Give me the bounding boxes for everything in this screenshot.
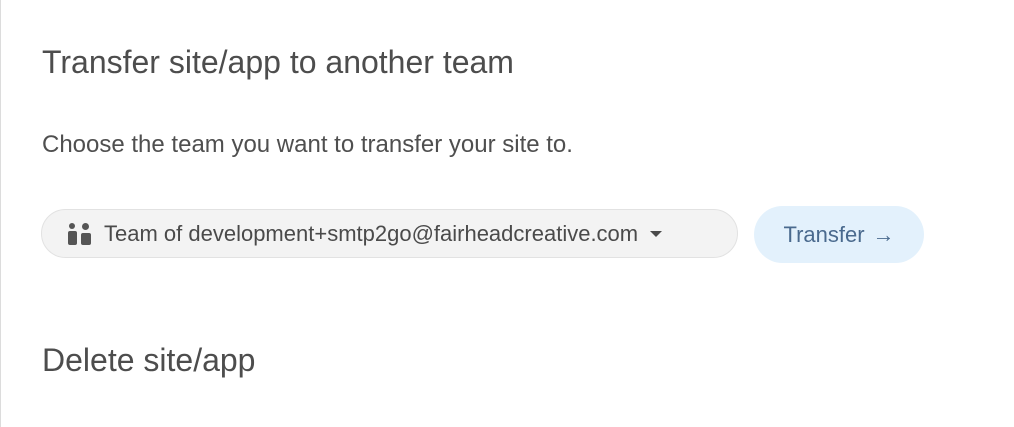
- transfer-button-label: Transfer: [783, 221, 865, 247]
- transfer-section-title: Transfer site/app to another team: [42, 44, 514, 80]
- panel-left-border: [0, 0, 1, 427]
- team-select-dropdown[interactable]: Team of development+smtp2go@fairheadcrea…: [41, 209, 738, 258]
- arrow-right-icon: →: [872, 221, 895, 247]
- team-icon: [68, 222, 92, 246]
- transfer-description: Choose the team you want to transfer you…: [42, 131, 573, 158]
- chevron-down-icon: [650, 230, 663, 237]
- delete-section-title: Delete site/app: [42, 342, 256, 378]
- transfer-button[interactable]: Transfer →: [754, 206, 924, 263]
- team-select-value: Team of development+smtp2go@fairheadcrea…: [104, 220, 639, 246]
